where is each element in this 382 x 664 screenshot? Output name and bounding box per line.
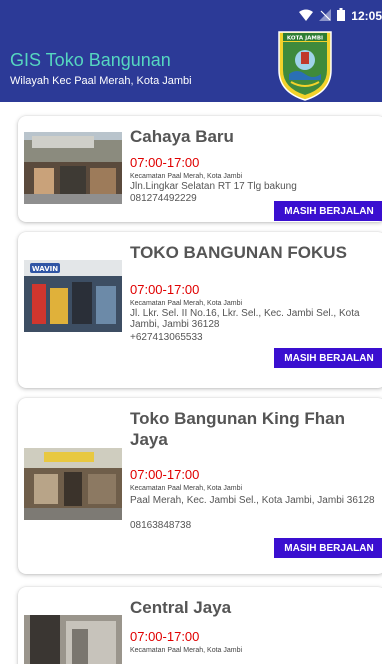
store-card[interactable]: Toko Bangunan King Fhan Jaya 07:00-17:00… [18, 398, 382, 574]
status-button[interactable]: MASIH BERJALAN [274, 201, 382, 221]
store-name: Cahaya Baru [130, 127, 234, 146]
store-address: Jl. Lkr. Sel. II No.16, Lkr. Sel., Kec. … [130, 308, 360, 330]
app-bar: GIS Toko Bangunan Wilayah Kec Paal Merah… [0, 30, 382, 102]
store-phone: 08163848738 [130, 520, 192, 531]
store-photo [24, 448, 122, 520]
store-address: Paal Merah, Kec. Jambi Sel., Kota Jambi,… [130, 495, 375, 506]
store-district: Kecamatan Paal Merah, Kota Jambi [130, 173, 243, 180]
store-district: Kecamatan Paal Merah, Kota Jambi [130, 647, 243, 654]
status-icons: 12:05 [299, 8, 382, 24]
store-photo [24, 132, 122, 204]
store-hours: 07:00-17:00 [130, 467, 200, 482]
store-phone: 081274492229 [130, 193, 197, 204]
store-address: Jln.Lingkar Selatan RT 17 Tlg bakung [130, 181, 297, 192]
store-card[interactable]: Central Jaya 07:00-17:00 Kecamatan Paal … [18, 587, 382, 664]
app-subtitle: Wilayah Kec Paal Merah, Kota Jambi [10, 75, 192, 87]
store-hours: 07:00-17:00 [130, 629, 200, 644]
store-district: Kecamatan Paal Merah, Kota Jambi [130, 300, 243, 307]
store-district: Kecamatan Paal Merah, Kota Jambi [130, 485, 243, 492]
store-card[interactable]: WAVIN TOKO BANGUNAN FOKUS 07:00-17:00 Ke… [18, 232, 382, 388]
kota-jambi-logo: KOTA JAMBI [275, 30, 335, 102]
status-button[interactable]: MASIH BERJALAN [274, 538, 382, 558]
store-name: TOKO BANGUNAN FOKUS [130, 243, 347, 262]
store-name: Central Jaya [130, 598, 232, 617]
store-hours: 07:00-17:00 [130, 155, 200, 170]
store-name: Toko Bangunan King Fhan Jaya [130, 409, 345, 449]
status-bar: 12:05 [0, 0, 382, 30]
store-photo [24, 615, 122, 664]
logo-text: KOTA JAMBI [287, 36, 323, 42]
status-button[interactable]: MASIH BERJALAN [274, 348, 382, 368]
status-time: 12:05 [351, 9, 382, 23]
store-list[interactable]: Cahaya Baru 07:00-17:00 Kecamatan Paal M… [0, 102, 382, 664]
app-title: GIS Toko Bangunan [10, 50, 171, 70]
wifi-icon [299, 9, 314, 24]
store-photo: WAVIN [24, 260, 122, 332]
store-card[interactable]: Cahaya Baru 07:00-17:00 Kecamatan Paal M… [18, 116, 382, 222]
signal-icon [319, 8, 332, 24]
store-hours: 07:00-17:00 [130, 282, 200, 297]
battery-icon [337, 8, 346, 24]
store-phone: +627413065533 [130, 332, 203, 343]
store-sign-text: WAVIN [32, 265, 58, 273]
